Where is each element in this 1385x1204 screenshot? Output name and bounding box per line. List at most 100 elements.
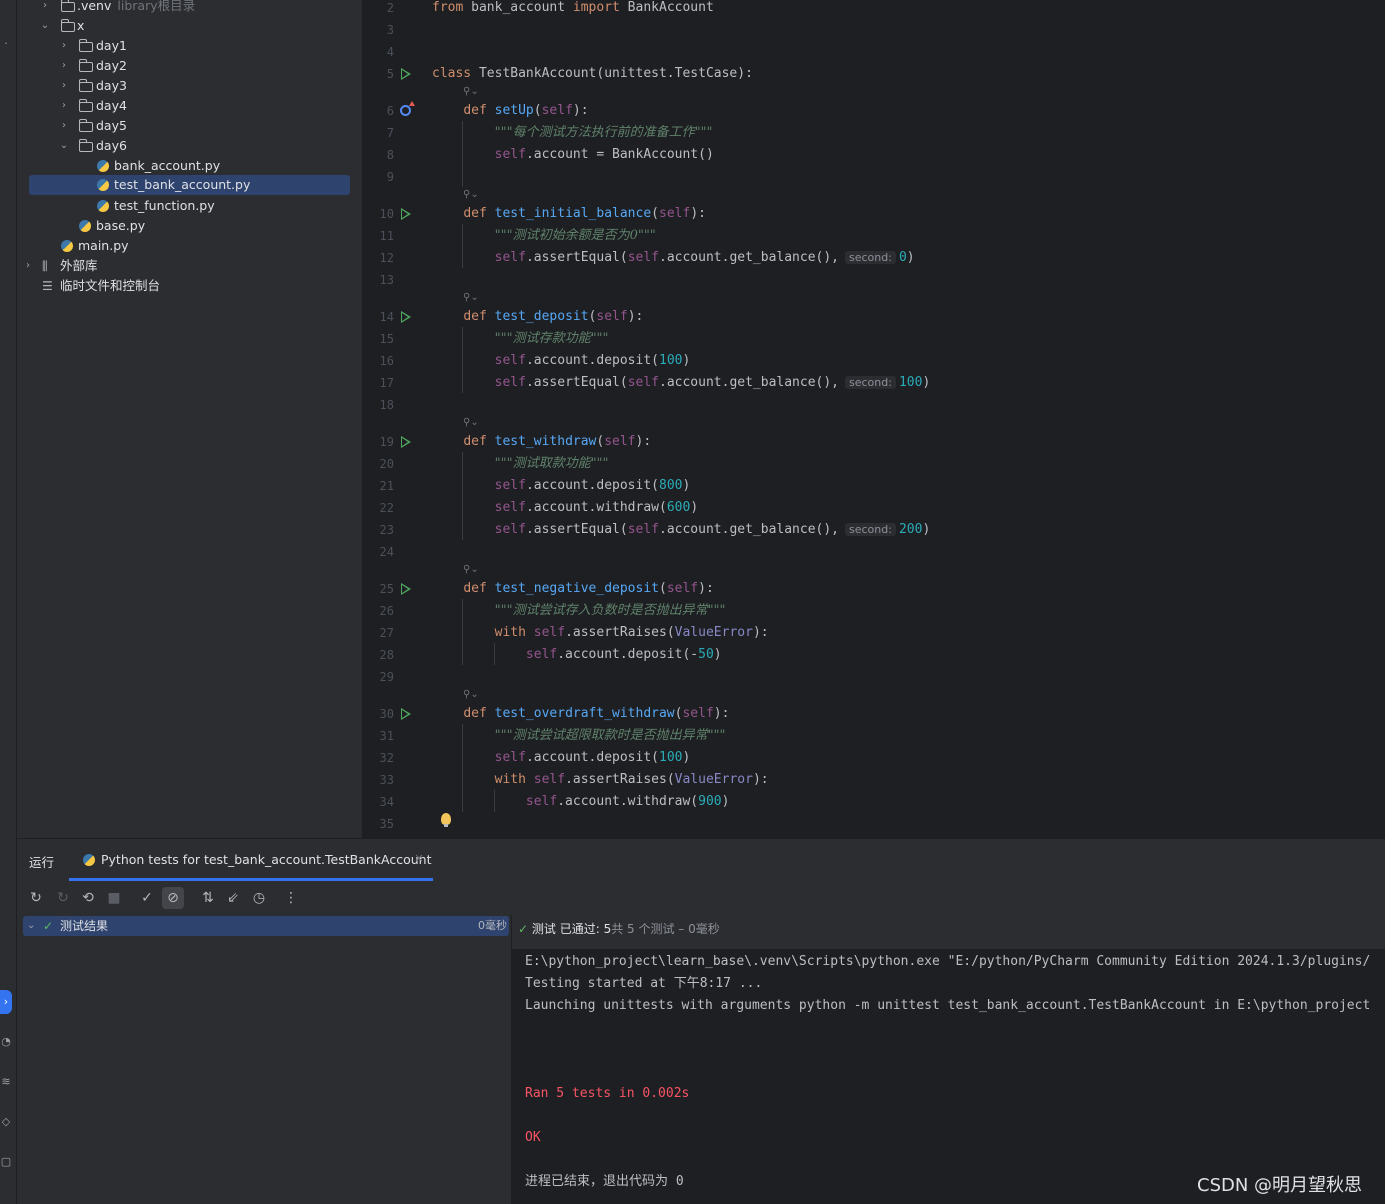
- passed-check-icon: ✓: [518, 922, 529, 936]
- tree-item-day4[interactable]: › day4: [17, 96, 362, 116]
- chevron-right-icon[interactable]: ›: [58, 36, 70, 56]
- tree-item-test-bank-account[interactable]: test_bank_account.py: [29, 175, 350, 195]
- tree-item-venv[interactable]: › .venv library根目录: [17, 0, 362, 16]
- code-lens-icon[interactable]: ⚲⌄: [463, 416, 479, 430]
- tree-item-label: day4: [96, 98, 127, 113]
- lightbulb-icon[interactable]: [441, 813, 451, 827]
- chevron-right-icon[interactable]: ›: [22, 256, 34, 276]
- chevron-down-icon[interactable]: ⌄: [58, 136, 70, 156]
- import-tests-icon[interactable]: ⇙: [222, 887, 244, 909]
- code-line: def test_initial_balance(self):: [463, 206, 706, 221]
- code-line: def test_overdraft_withdraw(self):: [463, 706, 730, 721]
- line-number: 32: [379, 751, 394, 765]
- tree-item-day2[interactable]: › day2: [17, 56, 362, 76]
- tree-item-main[interactable]: main.py: [17, 236, 362, 256]
- chevron-down-icon[interactable]: ⌄: [27, 916, 35, 936]
- test-duration: 0毫秒: [478, 919, 507, 932]
- tree-item-label: main.py: [78, 238, 129, 253]
- run-test-icon[interactable]: [401, 436, 411, 448]
- history-icon[interactable]: ◷: [248, 887, 270, 909]
- tree-item-label: base.py: [96, 218, 146, 233]
- run-tab-bar: 运行 Python tests for test_bank_account.Te…: [17, 839, 1385, 881]
- tree-item-day1[interactable]: › day1: [17, 36, 362, 56]
- tree-item-x[interactable]: ⌄ x: [17, 16, 362, 36]
- toggle-auto-test-icon[interactable]: ⟲: [77, 887, 99, 909]
- code-lens-icon[interactable]: ⚲⌄: [463, 688, 479, 702]
- sort-icon[interactable]: ⇅: [197, 887, 219, 909]
- chevron-right-icon[interactable]: ›: [58, 56, 70, 76]
- tree-item-day3[interactable]: › day3: [17, 76, 362, 96]
- run-test-icon[interactable]: [401, 311, 411, 323]
- line-number: 29: [379, 670, 394, 684]
- run-tool-icon[interactable]: ›: [0, 990, 12, 1014]
- code-line: def test_negative_deposit(self):: [463, 581, 714, 596]
- run-console[interactable]: ✓ 测试 已通过: 5共 5 个测试 – 0毫秒 E:\python_proje…: [512, 915, 1385, 1204]
- chevron-down-icon[interactable]: ⌄: [39, 16, 51, 36]
- tree-item-day6[interactable]: ⌄ day6: [17, 136, 362, 156]
- code-lens-icon[interactable]: ⚲⌄: [463, 188, 479, 202]
- line-number: 34: [379, 795, 394, 809]
- line-number: 23: [379, 523, 394, 537]
- tree-item-scratches[interactable]: ☰ 临时文件和控制台: [17, 276, 362, 296]
- folder-icon: [79, 39, 93, 52]
- code-line: self.account.deposit(100): [494, 353, 691, 368]
- tree-item-day5[interactable]: › day5: [17, 116, 362, 136]
- run-test-icon[interactable]: [401, 583, 411, 595]
- run-class-icon[interactable]: [401, 68, 411, 80]
- test-results-tree: ⌄ ✓ 测试结果 0毫秒: [17, 915, 512, 1204]
- code-line: self.account.deposit(100): [494, 750, 691, 765]
- code-line: self.assertEqual(self.account.get_balanc…: [494, 522, 931, 537]
- test-results-root[interactable]: ⌄ ✓ 测试结果 0毫秒: [23, 916, 509, 936]
- tree-item-test-function[interactable]: test_function.py: [17, 196, 362, 216]
- run-test-icon[interactable]: [401, 208, 411, 220]
- code-line: self.assertEqual(self.account.get_balanc…: [494, 250, 915, 265]
- line-number: 25: [379, 582, 394, 596]
- packages-icon[interactable]: ≋: [0, 1070, 12, 1094]
- more-icon[interactable]: ⋮: [280, 887, 302, 909]
- run-tab-label: Python tests for test_bank_account.TestB…: [101, 852, 432, 867]
- line-number: 19: [379, 435, 394, 449]
- tree-item-label: 临时文件和控制台: [60, 278, 161, 293]
- close-tab-icon[interactable]: ×: [414, 851, 424, 865]
- tree-item-external-libraries[interactable]: › ⫼ 外部库: [17, 256, 362, 276]
- line-number: 22: [379, 501, 394, 515]
- code-lens-icon[interactable]: ⚲⌄: [463, 563, 479, 577]
- line-number: 27: [379, 626, 394, 640]
- rerun-icon[interactable]: ↻: [25, 887, 47, 909]
- line-number: 7: [386, 126, 394, 140]
- test-status-bar: ✓ 测试 已通过: 5共 5 个测试 – 0毫秒: [512, 915, 1385, 949]
- code-line: """测试取款功能""": [432, 453, 609, 475]
- tree-item-bank-account[interactable]: bank_account.py: [17, 156, 362, 176]
- rerun-failed-icon[interactable]: ↻: [52, 887, 74, 909]
- show-passed-icon[interactable]: ✓: [136, 887, 158, 909]
- line-number: 17: [379, 376, 394, 390]
- services-icon[interactable]: ◇: [0, 1110, 12, 1134]
- run-config-tab[interactable]: Python tests for test_bank_account.TestB…: [69, 839, 433, 881]
- tree-item-base[interactable]: base.py: [17, 216, 362, 236]
- more-tools-icon[interactable]: ·: [0, 32, 12, 56]
- chevron-right-icon[interactable]: ›: [58, 76, 70, 96]
- library-root-hint: library根目录: [117, 0, 196, 13]
- console-line: E:\python_project\learn_base\.venv\Scrip…: [525, 954, 1371, 969]
- chevron-right-icon[interactable]: ›: [58, 96, 70, 116]
- python-file-icon: [97, 160, 109, 172]
- tree-item-label: day6: [96, 138, 127, 153]
- folder-icon: [61, 0, 75, 12]
- override-method-icon[interactable]: [400, 101, 415, 116]
- show-ignored-icon[interactable]: ⊘: [162, 887, 184, 909]
- code-lens-icon[interactable]: ⚲⌄: [463, 85, 479, 99]
- terminal-icon[interactable]: ▢: [0, 1150, 12, 1174]
- stop-icon[interactable]: ■: [103, 887, 125, 909]
- tree-item-label: test_function.py: [114, 198, 215, 213]
- python-console-icon[interactable]: ◔: [0, 1030, 12, 1054]
- tree-item-label: x: [77, 18, 85, 33]
- code-lens-icon[interactable]: ⚲⌄: [463, 291, 479, 305]
- chevron-right-icon[interactable]: ›: [39, 0, 51, 16]
- line-number: 16: [379, 354, 394, 368]
- chevron-right-icon[interactable]: ›: [58, 116, 70, 136]
- run-test-icon[interactable]: [401, 708, 411, 720]
- parameter-hint: second:: [845, 523, 896, 536]
- code-line: """测试尝试存入负数时是否抛出异常""": [432, 600, 726, 622]
- watermark: CSDN @明月望秋思: [1197, 1175, 1363, 1196]
- code-editor[interactable]: 2 3 4 5 6 7 8 9 10 11 12 13 14 15 16 17 …: [362, 0, 1385, 838]
